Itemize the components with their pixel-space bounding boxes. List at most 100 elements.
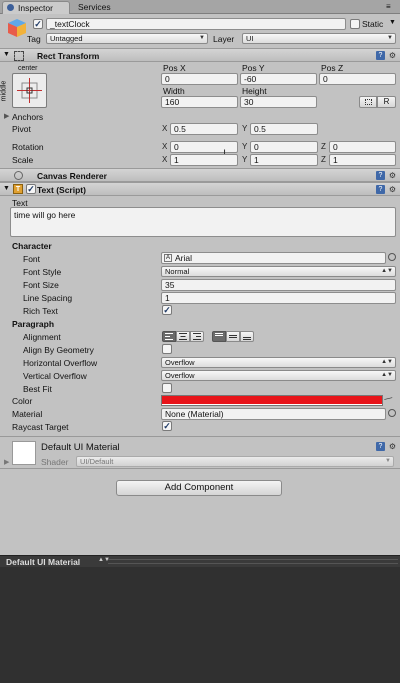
scale-z-field[interactable]: 1 [329, 154, 396, 166]
object-name-field[interactable]: _textClock [46, 18, 346, 30]
static-checkbox[interactable] [350, 19, 360, 29]
scale-y-field[interactable]: 1 [250, 154, 318, 166]
layer-dropdown[interactable]: UI ▼ [242, 33, 396, 44]
font-size-label: Font Size [23, 280, 59, 290]
canvas-renderer-icon [14, 171, 23, 180]
anchors-foldout-icon[interactable]: ▶ [4, 112, 9, 120]
width-label: Width [163, 86, 185, 96]
align-middle-icon [229, 335, 237, 338]
material-divider-bottom [0, 468, 400, 469]
text-enabled-checkbox[interactable]: ✓ [26, 184, 36, 194]
tag-dropdown[interactable]: Untagged ▼ [46, 33, 208, 44]
anchors-label[interactable]: Anchors [12, 112, 43, 122]
font-label: Font [23, 254, 41, 264]
posy-label: Pos Y [242, 63, 265, 73]
align-top-button[interactable] [212, 331, 226, 342]
object-picker-icon[interactable] [388, 409, 396, 417]
context-menu-icon[interactable]: ≡ [386, 2, 391, 11]
material-label: Material [12, 409, 43, 419]
pivot-x-field[interactable]: 0.5 [170, 123, 238, 135]
align-right-button[interactable] [190, 331, 204, 342]
v-overflow-value: Overflow [165, 371, 195, 380]
rot-x-axis: X [162, 142, 168, 151]
rot-y-field[interactable]: 0 [250, 141, 318, 153]
help-book-icon[interactable]: ? [376, 171, 385, 180]
rot-z-axis: Z [321, 142, 326, 151]
rotation-label: Rotation [12, 142, 44, 152]
pivot-y-field[interactable]: 0.5 [250, 123, 318, 135]
active-checkbox[interactable]: ✓ [33, 19, 43, 29]
preview-drag-handle[interactable] [108, 559, 398, 564]
material-field[interactable]: None (Material) [161, 408, 386, 420]
pivot-x-axis: X [162, 124, 168, 133]
scale-y-axis: Y [242, 155, 248, 164]
v-overflow-dropdown[interactable]: Overflow ▲▼ [161, 370, 396, 381]
chevron-down-icon: ▼ [387, 35, 393, 41]
canvas-renderer-header[interactable]: Canvas Renderer ? ⚙ [0, 168, 400, 182]
tab-inspector[interactable]: Inspector [2, 1, 70, 14]
align-bottom-button[interactable] [240, 331, 254, 342]
height-label: Height [242, 86, 267, 96]
posz-field[interactable]: 0 [319, 73, 396, 85]
chevron-down-icon: ▲▼ [381, 268, 393, 274]
preview-title: Default UI Material [6, 557, 81, 567]
gear-icon[interactable]: ⚙ [388, 171, 397, 180]
rect-transform-title: Rect Transform [37, 51, 100, 61]
scale-x-field[interactable]: 1 [170, 154, 238, 166]
color-swatch[interactable] [161, 395, 383, 406]
preview-header[interactable]: Default UI Material ▲▼ [0, 555, 400, 567]
align-left-button[interactable] [162, 331, 176, 342]
rot-z-field[interactable]: 0 [329, 141, 396, 153]
height-field[interactable]: 30 [240, 96, 317, 108]
anchor-presets-button[interactable] [12, 73, 47, 108]
help-book-icon[interactable]: ? [376, 51, 385, 60]
eyedropper-icon[interactable]: ⁄ [383, 395, 392, 404]
color-label: Color [12, 396, 33, 406]
text-area[interactable]: time will go here [10, 207, 396, 237]
raw-edit-button[interactable]: R [377, 96, 396, 108]
scale-x-axis: X [162, 155, 168, 164]
static-dropdown-arrow-icon[interactable]: ▼ [389, 19, 396, 26]
posy-field[interactable]: -60 [240, 73, 317, 85]
line-spacing-field[interactable]: 1 [161, 292, 396, 304]
align-center-button[interactable] [176, 331, 190, 342]
inspector-icon [7, 4, 14, 11]
blueprint-mode-button[interactable] [359, 96, 377, 108]
rect-transform-header[interactable]: ▼ Rect Transform ? ⚙ [0, 48, 400, 62]
material-preview-thumbnail [12, 441, 36, 465]
add-component-button[interactable]: Add Component [116, 480, 282, 496]
gear-icon[interactable]: ⚙ [388, 442, 397, 451]
align-geometry-checkbox[interactable] [162, 344, 172, 354]
raycast-target-checkbox[interactable]: ✓ [162, 421, 172, 431]
posx-field[interactable]: 0 [161, 73, 238, 85]
width-field[interactable]: 160 [161, 96, 238, 108]
h-overflow-dropdown[interactable]: Overflow ▲▼ [161, 357, 396, 368]
text-script-header[interactable]: ▼ T ✓ Text (Script) ? ⚙ [0, 182, 400, 196]
material-foldout-icon[interactable]: ▶ [4, 458, 9, 466]
shader-dropdown[interactable]: UI/Default ▼ [76, 456, 394, 467]
best-fit-label: Best Fit [23, 384, 52, 394]
font-style-dropdown[interactable]: Normal ▲▼ [161, 266, 396, 277]
align-top-icon [215, 333, 223, 336]
tab-services[interactable]: Services [72, 1, 122, 14]
gear-icon[interactable]: ⚙ [388, 185, 397, 194]
alpha-bar [162, 404, 382, 405]
gear-icon[interactable]: ⚙ [388, 51, 397, 60]
rect-transform-icon [14, 51, 24, 61]
object-picker-icon[interactable] [388, 253, 396, 261]
font-size-field[interactable]: 35 [161, 279, 396, 291]
best-fit-checkbox[interactable] [162, 383, 172, 393]
align-middle-button[interactable] [226, 331, 240, 342]
layer-label: Layer [213, 34, 235, 44]
chevron-down-icon: ▲▼ [381, 359, 393, 365]
align-left-icon [165, 333, 173, 340]
paragraph-section-label: Paragraph [12, 319, 55, 329]
help-book-icon[interactable]: ? [376, 185, 385, 194]
rich-text-checkbox[interactable]: ✓ [162, 305, 172, 315]
help-book-icon[interactable]: ? [376, 442, 385, 451]
chevron-down-icon: ▼ [385, 458, 391, 464]
v-overflow-label: Vertical Overflow [23, 371, 87, 381]
preview-area [0, 567, 400, 683]
rot-x-field[interactable]: 0 [170, 141, 238, 153]
font-field[interactable]: A Arial [161, 252, 386, 264]
